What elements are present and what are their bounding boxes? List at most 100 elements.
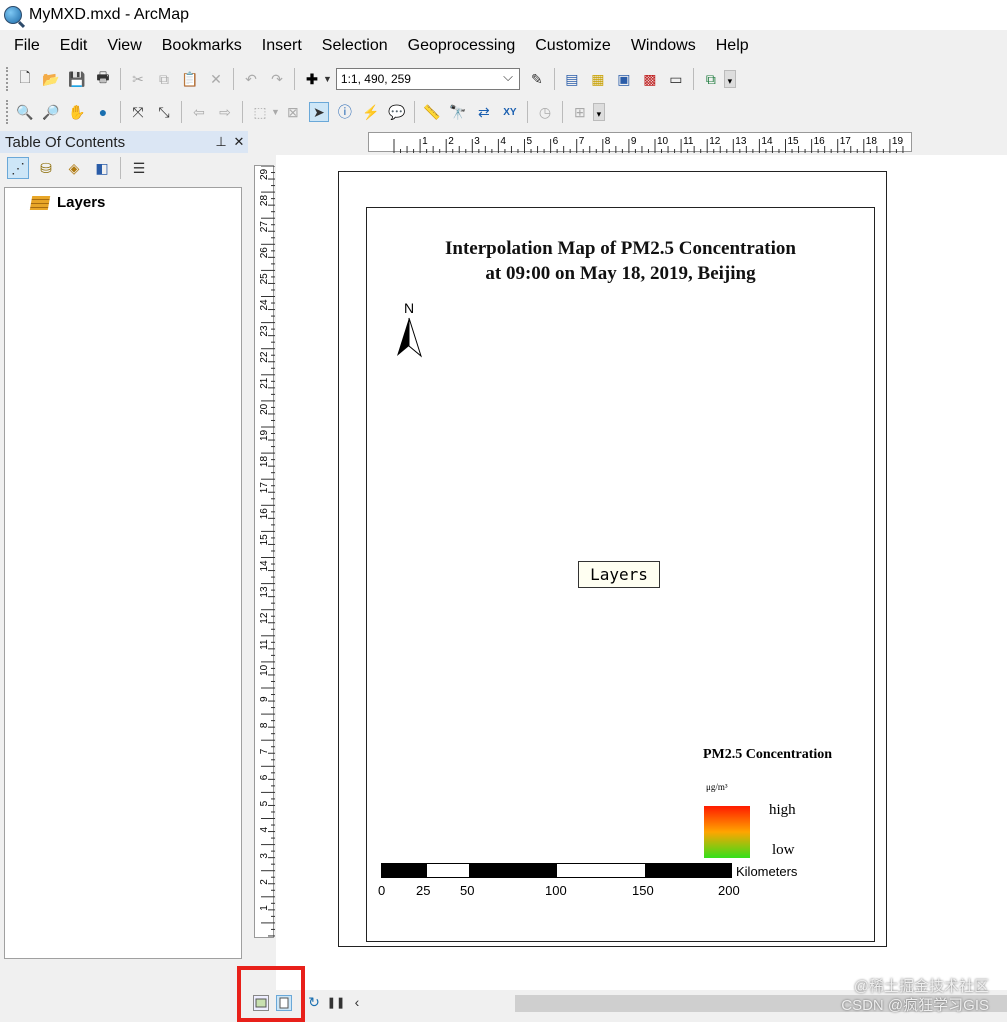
map-scale-combobox[interactable]: 1:1, 490, 259 [335, 67, 520, 90]
vertical-ruler: 29 28 27 26 25 24 23 22 21 20 19 18 17 16 15 14 13 12 11 10… [254, 165, 275, 938]
pan-hand-icon[interactable]: ✋ [67, 102, 87, 122]
list-by-source-icon[interactable]: ⛁ [35, 157, 57, 179]
toc-toolbar: ⋰ ⛁ ◈ ◧ ☰ [0, 153, 248, 183]
create-viewer-window-icon[interactable]: ⊞ [570, 102, 590, 122]
legend-title[interactable]: PM2.5 Concentration [703, 747, 832, 763]
cut-icon[interactable]: ✂ [128, 69, 148, 89]
find-route-icon[interactable]: ⇄ [474, 102, 494, 122]
horizontal-ruler: 1234567891011121314151617181920 [368, 132, 930, 153]
data-frame-layers[interactable]: Layers [29, 194, 241, 211]
data-frame-placeholder[interactable]: Layers [578, 561, 660, 588]
ruler-tick-label: 4 [500, 136, 506, 147]
ruler-tick-label: 12 [259, 612, 270, 624]
menu-windows[interactable]: Windows [617, 34, 696, 58]
delete-icon[interactable]: ✕ [206, 69, 226, 89]
ruler-tick-label: 17 [840, 136, 852, 147]
select-features-icon[interactable]: ⬚ [250, 102, 270, 122]
search-window-icon[interactable]: ▣ [614, 69, 634, 89]
toc-layer-tree: Layers [4, 187, 242, 959]
identify-icon[interactable]: ⓘ [335, 102, 355, 122]
full-extent-globe-icon[interactable]: ● [93, 102, 113, 122]
copy-icon[interactable]: ⧉ [154, 69, 174, 89]
menu-bar: File Edit View Bookmarks Insert Selectio… [0, 34, 755, 58]
toolbar-grip[interactable] [6, 67, 9, 91]
menu-insert[interactable]: Insert [248, 34, 302, 58]
menu-file[interactable]: File [0, 34, 40, 58]
ruler-tick-label: 27 [259, 221, 270, 233]
ruler-tick-label: 13 [259, 586, 270, 598]
toc-title: Table Of Contents [5, 133, 126, 151]
save-icon[interactable]: 💾 [67, 69, 87, 89]
toolbar-grip[interactable] [6, 100, 9, 124]
ruler-tick-label: 18 [259, 456, 270, 468]
ruler-tick-label: 15 [259, 534, 270, 546]
ruler-tick-label: 25 [259, 273, 270, 285]
legend-color-ramp[interactable] [704, 806, 750, 858]
find-binoculars-icon[interactable]: 🔭 [448, 102, 468, 122]
ruler-tick-label: 7 [259, 748, 270, 754]
paste-icon[interactable]: 📋 [180, 69, 200, 89]
ruler-tick-label: 2 [259, 879, 270, 885]
scale-bar-unit: Kilometers [736, 864, 798, 879]
ruler-tick-label: 3 [474, 136, 480, 147]
hyperlink-icon[interactable]: ⚡ [361, 102, 381, 122]
python-window-icon[interactable]: ▭ [666, 69, 686, 89]
list-by-drawing-order-icon[interactable]: ⋰ [7, 157, 29, 179]
arctoolbox-icon[interactable]: ▩ [640, 69, 660, 89]
close-icon[interactable]: ✕ [230, 134, 248, 150]
ruler-tick-label: 7 [579, 136, 585, 147]
scroll-left-icon[interactable]: ‹ [349, 993, 365, 1011]
go-back-icon[interactable]: ⇦ [189, 102, 209, 122]
zoom-in-icon[interactable]: 🔍 [15, 102, 35, 122]
zoom-out-icon[interactable]: 🔎 [41, 102, 61, 122]
ruler-tick-label: 14 [259, 560, 270, 572]
measure-icon[interactable]: 📏 [422, 102, 442, 122]
modelbuilder-icon[interactable]: ⧉ [701, 69, 721, 89]
layers-stack-icon [29, 195, 51, 210]
select-elements-arrow-icon[interactable]: ➤ [308, 102, 329, 122]
fixed-zoom-in-icon[interactable]: ⤧ [128, 102, 148, 122]
ruler-tick-label: 23 [259, 325, 270, 337]
options-icon[interactable]: ☰ [128, 157, 150, 179]
menu-customize[interactable]: Customize [521, 34, 611, 58]
toolbar-overflow-button[interactable]: ▾ [723, 70, 736, 88]
pin-icon[interactable]: ⊥ [212, 134, 230, 150]
menu-edit[interactable]: Edit [46, 34, 88, 58]
open-folder-icon[interactable]: 📂 [41, 69, 61, 89]
menu-help[interactable]: Help [702, 34, 749, 58]
list-by-selection-icon[interactable]: ◧ [91, 157, 113, 179]
chevron-down-icon[interactable]: ▼ [323, 74, 332, 84]
data-frame-label: Layers [57, 194, 106, 211]
fixed-zoom-out-icon[interactable]: ⤡ [154, 102, 174, 122]
toolbar-overflow-button[interactable]: ▾ [592, 103, 605, 121]
scale-bar-label: 200 [718, 883, 740, 898]
chevron-down-icon[interactable]: ▼ [271, 107, 280, 117]
highlight-annotation-box [237, 966, 305, 1022]
map-title[interactable]: Interpolation Map of PM2.5 Concentration… [366, 236, 875, 286]
scale-bar[interactable] [381, 863, 732, 878]
list-by-visibility-icon[interactable]: ◈ [63, 157, 85, 179]
undo-icon[interactable]: ↶ [241, 69, 261, 89]
clear-selection-icon[interactable]: ⊠ [283, 102, 303, 122]
editor-toolbar-icon[interactable]: ✎ [527, 69, 547, 89]
new-document-icon[interactable]: 🗋 [15, 69, 35, 89]
north-arrow[interactable]: N [395, 300, 423, 360]
add-data-icon[interactable]: ✚ [302, 69, 322, 89]
redo-icon[interactable]: ↷ [267, 69, 287, 89]
menu-view[interactable]: View [93, 34, 141, 58]
time-slider-icon[interactable]: ◷ [535, 102, 555, 122]
print-icon[interactable]: 🖶 [93, 69, 113, 89]
menu-geoprocessing[interactable]: Geoprocessing [394, 34, 516, 58]
ruler-tick-label: 29 [259, 168, 270, 180]
catalog-window-icon[interactable]: ▦ [588, 69, 608, 89]
pause-drawing-icon[interactable]: ❚❚ [327, 993, 345, 1011]
refresh-icon[interactable]: ↻ [306, 993, 322, 1011]
html-popup-icon[interactable]: 💬 [387, 102, 407, 122]
go-to-xy-icon[interactable]: XY [500, 102, 520, 122]
scale-bar-label: 50 [460, 883, 475, 898]
table-of-contents-window-icon[interactable]: ▤ [562, 69, 582, 89]
scale-bar-segment [469, 864, 557, 877]
menu-selection[interactable]: Selection [308, 34, 388, 58]
go-forward-icon[interactable]: ⇨ [215, 102, 235, 122]
menu-bookmarks[interactable]: Bookmarks [148, 34, 242, 58]
